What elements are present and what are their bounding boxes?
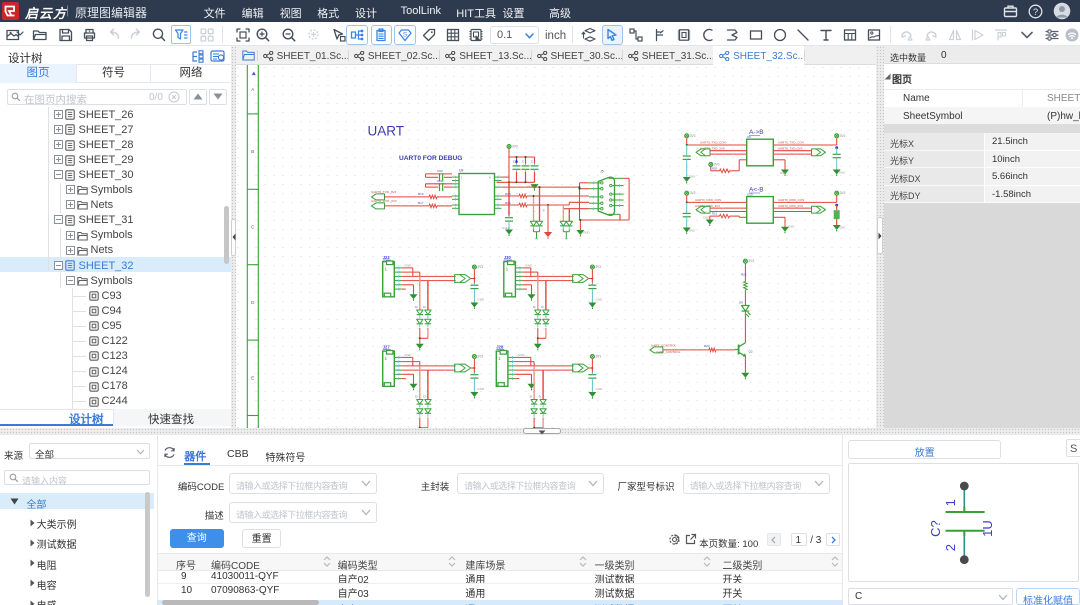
svg-text:U10: U10 — [747, 192, 753, 196]
svg-text:3V3: 3V3 — [690, 133, 696, 137]
svg-text:GND: GND — [689, 228, 695, 232]
svg-text:UART0_TXD_CON: UART0_TXD_CON — [700, 140, 726, 144]
svg-text:C91: C91 — [437, 179, 443, 183]
svg-text:UART0_TXD_CON: UART0_TXD_CON — [778, 140, 804, 144]
svg-text:T: T — [543, 208, 545, 212]
svg-text:GND: GND — [525, 263, 533, 267]
svg-text:GND: GND — [780, 171, 786, 175]
svg-text:Q2: Q2 — [749, 349, 753, 353]
svg-text:1: 1 — [506, 266, 509, 271]
svg-text:J28: J28 — [496, 344, 504, 349]
svg-text:GND: GND — [477, 387, 485, 391]
svg-text:UART0_TXD_3V3: UART0_TXD_3V3 — [778, 146, 803, 150]
svg-text:GND: GND — [404, 352, 412, 356]
svg-text:GND: GND — [502, 226, 510, 230]
svg-text:R18: R18 — [505, 191, 511, 195]
svg-text:3V3: 3V3 — [840, 191, 846, 195]
svg-text:GND: GND — [689, 174, 695, 178]
svg-text:GND: GND — [518, 352, 526, 356]
svg-text:3V3: 3V3 — [512, 144, 518, 148]
svg-text:3V3: 3V3 — [840, 133, 846, 137]
svg-text:UART0_RXD_CON: UART0_RXD_CON — [778, 197, 804, 201]
svg-text:GND: GND — [703, 215, 709, 219]
svg-text:1: 1 — [498, 356, 501, 361]
svg-text:3V3: 3V3 — [690, 191, 696, 195]
svg-text:GND: GND — [595, 297, 603, 301]
svg-text:GND: GND — [477, 297, 485, 301]
svg-text:3V3: 3V3 — [477, 265, 483, 269]
svg-text:J30: J30 — [504, 255, 512, 260]
svg-text:B: B — [251, 149, 254, 154]
svg-text:S: S — [403, 31, 408, 38]
svg-text:3V3: 3V3 — [748, 259, 754, 263]
svg-text:1: 1 — [385, 356, 388, 361]
svg-text:GND: GND — [404, 263, 412, 267]
svg-text:A: A — [251, 87, 254, 92]
svg-text:J27: J27 — [383, 344, 391, 349]
svg-text:C: C — [531, 159, 533, 163]
svg-text:U8: U8 — [459, 168, 463, 172]
svg-text:GND: GND — [595, 387, 603, 391]
svg-text:2: 2 — [943, 544, 958, 551]
svg-text:3V3: 3V3 — [477, 354, 483, 358]
svg-text:J22: J22 — [383, 255, 391, 260]
svg-text:A->B: A->B — [749, 129, 764, 136]
svg-text:3V3: 3V3 — [595, 265, 601, 269]
svg-text:U9: U9 — [747, 135, 751, 139]
svg-text:GND: GND — [527, 184, 535, 188]
svg-text:R17: R17 — [418, 200, 424, 204]
svg-text:UART0 FOR DEBUG: UART0 FOR DEBUG — [399, 155, 462, 162]
svg-text:C?: C? — [928, 521, 943, 538]
svg-text:UART0_RXD_CON: UART0_RXD_CON — [695, 197, 721, 201]
svg-text:D9: D9 — [739, 300, 743, 304]
svg-text:R20: R20 — [712, 166, 718, 170]
svg-text:C: C — [513, 159, 515, 163]
svg-text:3V3: 3V3 — [595, 354, 601, 358]
svg-text:R19: R19 — [505, 200, 511, 204]
svg-text:C: C — [522, 159, 524, 163]
svg-text:UART0_TXD_3V3: UART0_TXD_3V3 — [371, 189, 396, 193]
svg-text:1U: 1U — [980, 521, 995, 538]
svg-text:1: 1 — [943, 500, 958, 507]
svg-text:R23: R23 — [704, 344, 710, 348]
svg-text:E: E — [251, 375, 254, 380]
svg-text:GND: GND — [583, 230, 591, 234]
svg-text:R16: R16 — [418, 191, 424, 195]
svg-text:GND: GND — [839, 170, 845, 174]
svg-text:R22: R22 — [741, 272, 747, 276]
svg-text:C90: C90 — [437, 169, 443, 173]
svg-text:?: ? — [1033, 7, 1038, 18]
svg-text:R21: R21 — [712, 211, 718, 215]
svg-text:UART0_RXD_3V3: UART0_RXD_3V3 — [778, 203, 803, 207]
svg-text:GND: GND — [788, 224, 794, 228]
svg-text:J5: J5 — [600, 169, 604, 173]
svg-text:GND: GND — [839, 225, 845, 229]
svg-text:UART: UART — [368, 123, 405, 138]
svg-text:1: 1 — [385, 266, 388, 271]
